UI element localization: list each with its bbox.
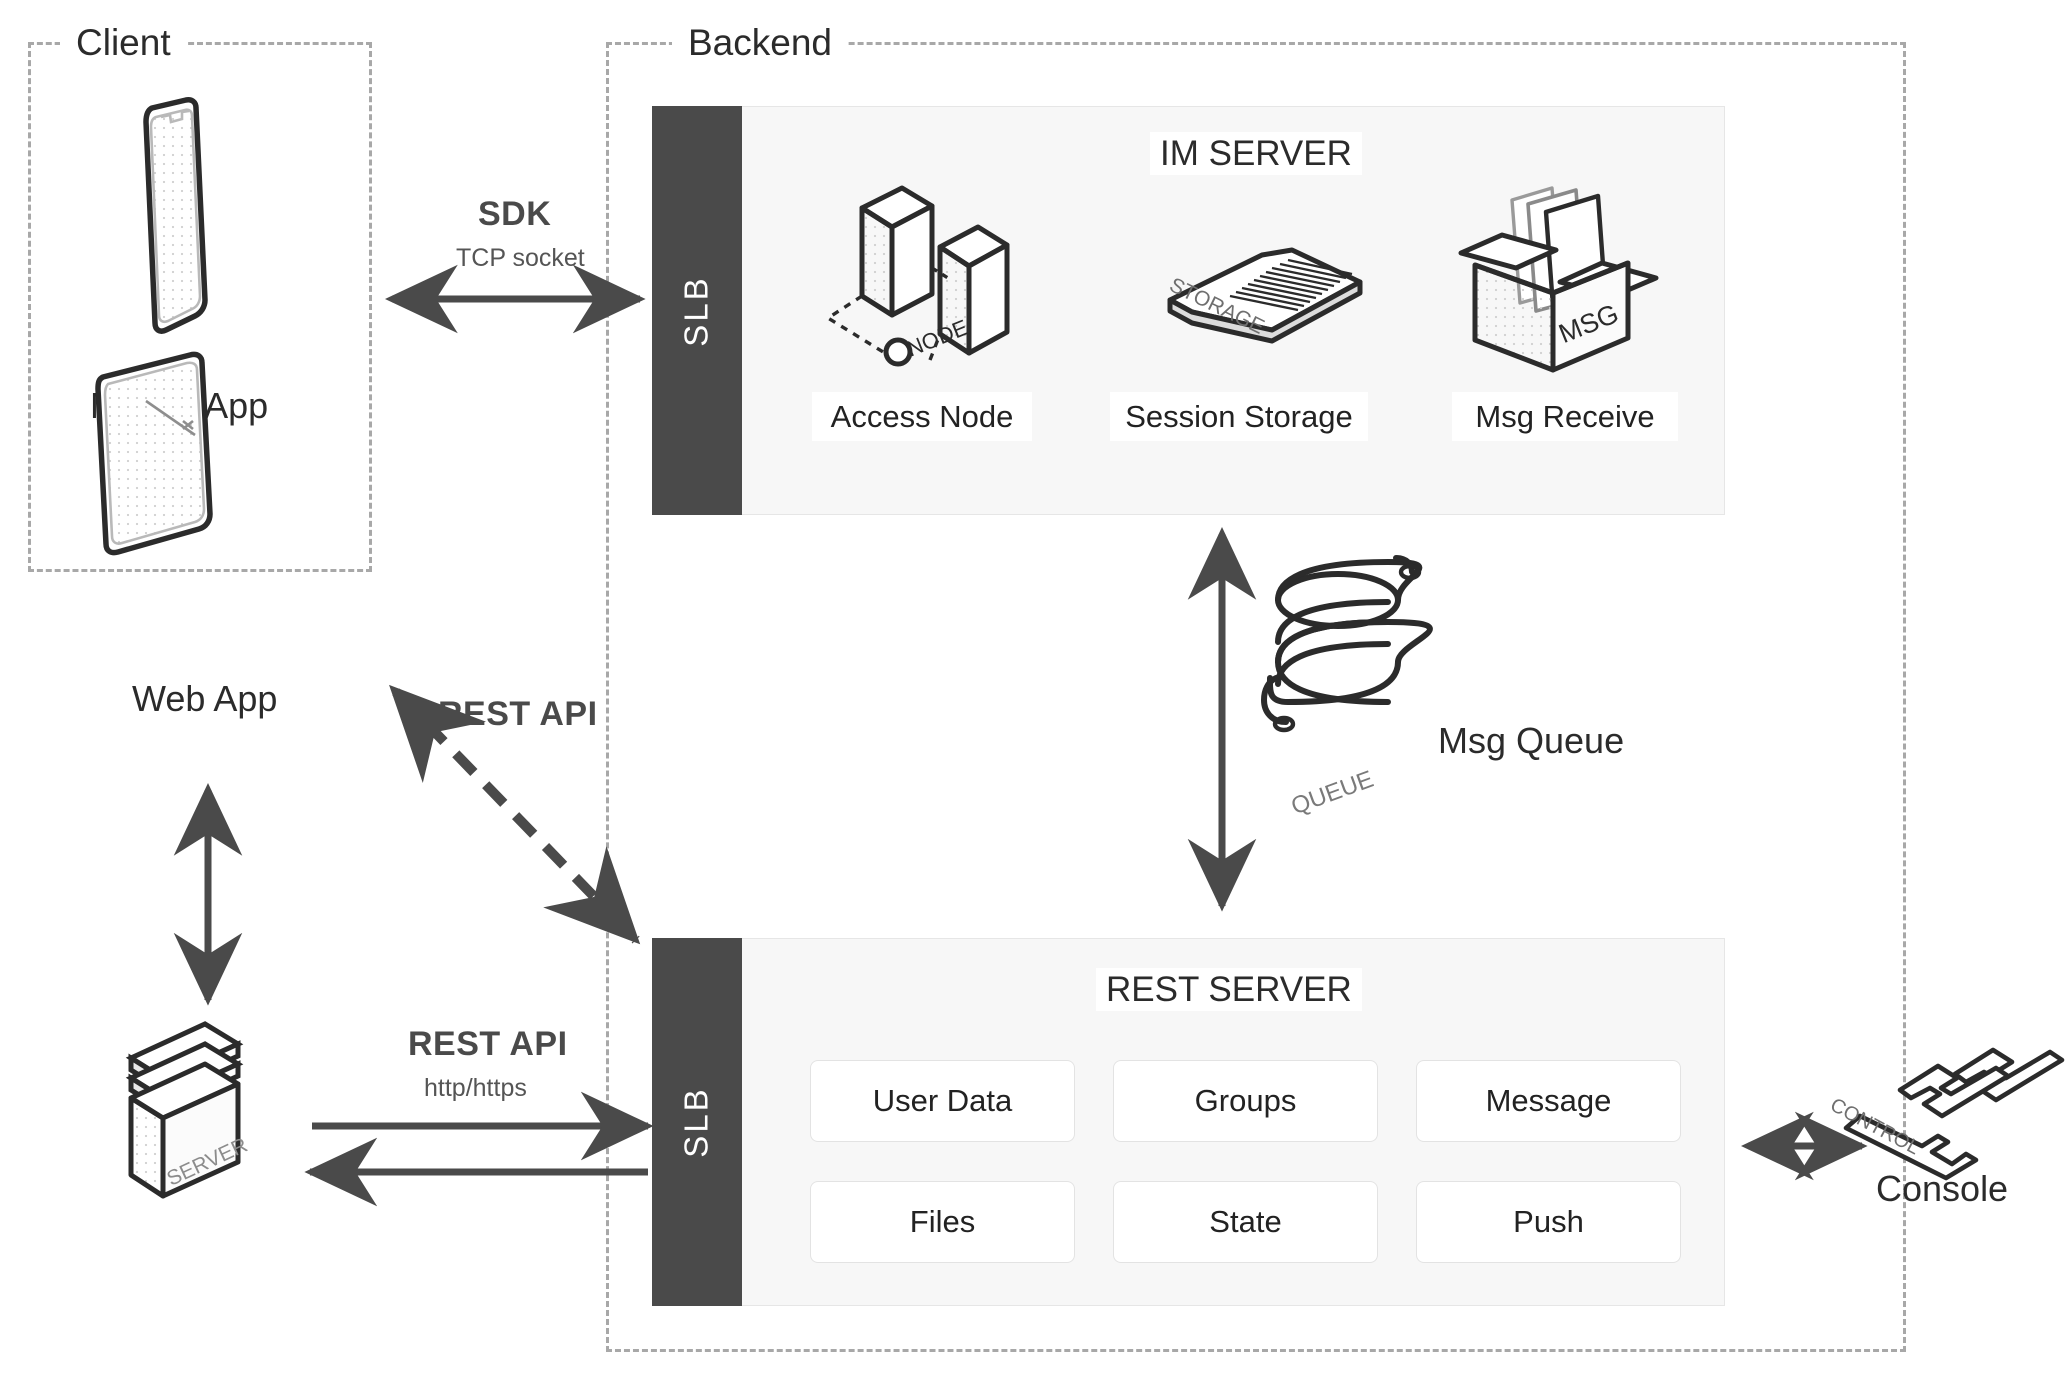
im-server-slb-bar: SLB: [652, 106, 742, 515]
sdk-subtitle: TCP socket: [456, 244, 585, 272]
rest-card-files[interactable]: Files: [810, 1181, 1075, 1263]
client-zone-label: Client: [60, 24, 187, 61]
web-app-label: Web App: [132, 678, 278, 719]
rest-server-slb-bar: SLB: [652, 938, 742, 1306]
architecture-diagram: Client Backend SLB IM SERVER Access Node…: [0, 0, 2066, 1396]
backend-zone-label: Backend: [672, 24, 848, 61]
rest-card-user-data[interactable]: User Data: [810, 1060, 1075, 1142]
client-zone: [28, 42, 372, 572]
rest-api-server-subtitle: http/https: [424, 1074, 527, 1102]
im-server-title: IM SERVER: [1150, 132, 1362, 175]
console-label: Console: [1876, 1168, 2009, 1209]
im-node-label-access-node: Access Node: [812, 392, 1032, 442]
rest-card-groups[interactable]: Groups: [1113, 1060, 1378, 1142]
server-stack-icon: SERVER: [125, 1021, 251, 1199]
server-icon-badge: SERVER: [163, 1134, 251, 1191]
rest-api-web-title: REST API: [438, 695, 598, 733]
mobile-app-label: Mobile App: [90, 385, 269, 426]
im-server-slb-label: SLB: [678, 274, 715, 347]
im-node-label-session-storage: Session Storage: [1110, 392, 1368, 442]
rest-server-slb-label: SLB: [678, 1086, 715, 1158]
rest-server-title: REST SERVER: [1096, 968, 1362, 1011]
msg-queue-label: Msg Queue: [1438, 720, 1625, 761]
rest-card-state[interactable]: State: [1113, 1181, 1378, 1263]
im-node-label-msg-receive: Msg Receive: [1452, 392, 1678, 442]
rest-card-message[interactable]: Message: [1416, 1060, 1681, 1142]
rest-api-server-title: REST API: [408, 1025, 568, 1063]
sdk-title: SDK: [478, 195, 552, 233]
rest-card-push[interactable]: Push: [1416, 1181, 1681, 1263]
